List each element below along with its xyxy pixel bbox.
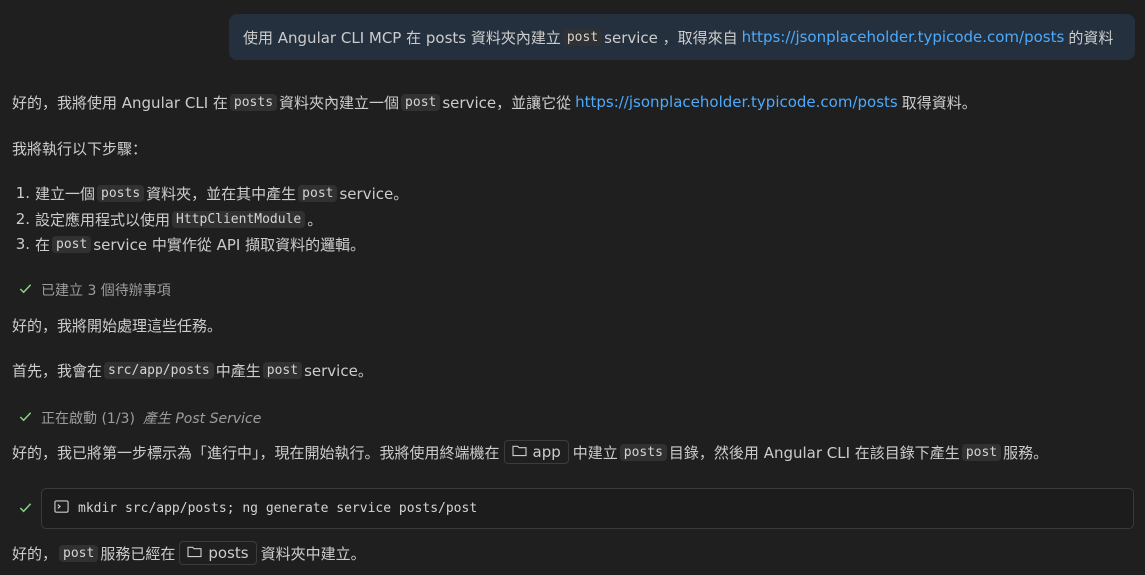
inline-code: post [59,544,99,562]
list-number: 2. [15,210,30,228]
start-tasks-text: 好的，我將開始處理這些任務。 [12,316,223,335]
folder-reference-label: posts [208,544,249,562]
list-number: 1. [15,184,30,202]
list-item-text: 資料夾，並在其中產生 [146,184,297,203]
starting-status-prefix: 正在啟動 (1/3) [41,411,135,427]
first-text-2: 中產生 [215,361,261,380]
list-item: 1. 建立一個 posts 資料夾，並在其中產生 post service。 [12,181,409,205]
list-number: 3. [15,235,30,253]
folder-reference-posts[interactable]: posts [179,541,257,565]
list-item: 3. 在 post service 中實作從 API 擷取資料的邏輯。 [12,232,365,256]
response-intro: 好的，我將使用 Angular CLI 在 posts 資料夾內建立一個 pos… [12,90,977,114]
starting-status-task: 產生 Post Service [142,411,262,427]
inline-code: posts [229,93,278,111]
user-message-link[interactable]: https://jsonplaceholder.typicode.com/pos… [742,28,1065,46]
user-message-text-1: 使用 Angular CLI MCP 在 posts 資料夾內建立 [243,28,561,47]
inline-code: post [52,235,92,253]
steps-heading-text: 我將執行以下步驟： [12,139,148,158]
folder-icon [187,544,202,562]
intro-text-3: service，並讓它從 [442,93,572,112]
inline-code: posts [97,184,145,202]
inline-code: src/app/posts [104,361,214,379]
response-start-tasks: 好的，我將開始處理這些任務。 [12,313,222,337]
list-item-text: 在 [35,235,51,254]
folder-reference-label: app [532,443,561,461]
response-done: 好的， post 服務已經在 posts 資料夾中建立。 [12,541,366,565]
starting-status[interactable]: 正在啟動 (1/3) 產生 Post Service [18,408,261,428]
inline-code: posts [619,443,667,461]
terminal-status [18,500,33,519]
inline-code: post [562,28,603,46]
response-marked: 好的，我已將第一步標示為「進行中」，現在開始執行。我將使用終端機在 app 中建… [12,440,1048,464]
done-text-2: 服務已經在 [100,544,176,563]
terminal-icon [54,499,69,518]
check-icon [18,281,33,300]
intro-text-1: 好的，我將使用 Angular CLI 在 [12,93,228,112]
first-text-1: 首先，我會在 [12,361,103,380]
response-first-step: 首先，我會在 src/app/posts 中產生 post service。 [12,358,373,382]
intro-text-2: 資料夾內建立一個 [279,93,400,112]
chat-panel: 使用 Angular CLI MCP 在 posts 資料夾內建立 post s… [0,0,1145,575]
inline-code: post [401,93,441,111]
marked-text-2: 中建立 [572,443,618,462]
folder-reference-app[interactable]: app [503,440,569,464]
done-text-1: 好的， [12,544,58,563]
done-text-3: 資料夾中建立。 [260,544,366,563]
inline-code: post [262,361,303,379]
check-icon [18,409,33,428]
first-text-3: service。 [304,361,373,380]
intro-link[interactable]: https://jsonplaceholder.typicode.com/pos… [575,93,898,111]
list-item-text: service 中實作從 API 擷取資料的邏輯。 [93,235,366,254]
user-message-text-3: 的資料 [1068,28,1114,47]
terminal-command-block[interactable]: mkdir src/app/posts; ng generate service… [41,488,1134,529]
todos-status-label: 已建立 3 個待辦事項 [41,283,171,299]
marked-text-4: 服務。 [1003,443,1049,462]
marked-text-3: 目錄，然後用 Angular CLI 在該目錄下產生 [668,443,960,462]
intro-text-4: 取得資料。 [901,93,977,112]
list-item-text: service。 [339,184,409,203]
inline-code: post [298,184,338,202]
folder-icon [511,443,527,461]
steps-heading: 我將執行以下步驟： [12,136,147,160]
list-item-text: 設定應用程式以使用 [35,210,171,229]
user-message-text-2: service ，取得來自 [604,28,738,47]
list-item: 2. 設定應用程式以使用 HttpClientModule 。 [12,207,323,231]
list-item-text: 。 [307,210,323,229]
terminal-command: mkdir src/app/posts; ng generate service… [78,501,478,516]
todos-status[interactable]: 已建立 3 個待辦事項 [18,280,171,300]
marked-text-1: 好的，我已將第一步標示為「進行中」，現在開始執行。我將使用終端機在 [12,443,500,462]
check-icon [18,500,33,519]
inline-code: HttpClientModule [172,210,306,228]
inline-code: post [961,443,1002,461]
list-item-text: 建立一個 [35,184,96,203]
user-message: 使用 Angular CLI MCP 在 posts 資料夾內建立 post s… [229,14,1135,60]
